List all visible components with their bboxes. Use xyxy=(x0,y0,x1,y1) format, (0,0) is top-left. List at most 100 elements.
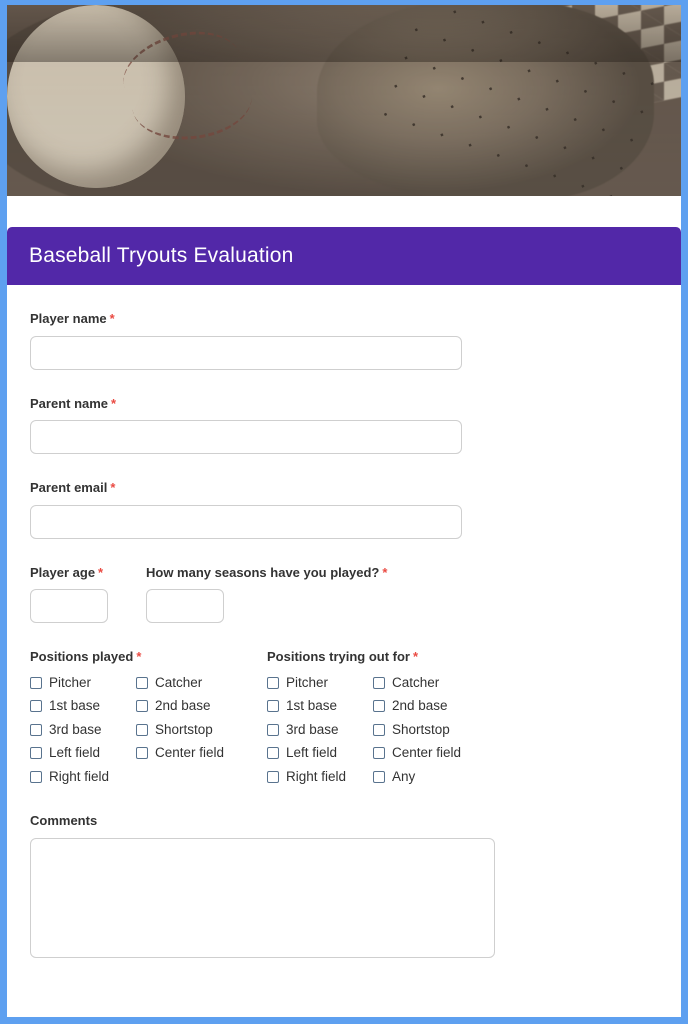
checkbox-icon[interactable] xyxy=(373,723,385,736)
parent-name-input[interactable] xyxy=(30,420,462,455)
checkbox-icon[interactable] xyxy=(136,747,148,760)
seasons-played-input[interactable] xyxy=(146,589,224,624)
label-seasons-played: How many seasons have you played? * xyxy=(146,565,446,581)
checkbox-icon[interactable] xyxy=(373,700,385,713)
positions-trying-out-option[interactable]: Right field xyxy=(267,770,373,784)
checkbox-label: Center field xyxy=(392,745,462,761)
positions-played-option[interactable]: Catcher xyxy=(136,676,267,690)
checkbox-icon[interactable] xyxy=(136,676,148,689)
positions-trying-out-option[interactable]: Shortstop xyxy=(373,723,527,737)
label-positions-trying-out-for: Positions trying out for * xyxy=(267,649,527,665)
checkbox-label: Center field xyxy=(155,745,225,761)
checkbox-icon[interactable] xyxy=(136,723,148,736)
checkbox-icon[interactable] xyxy=(373,770,385,783)
checkbox-label: 2nd base xyxy=(155,698,211,714)
checkbox-icon[interactable] xyxy=(373,676,385,689)
required-asterisk: * xyxy=(110,480,116,496)
checkbox-label: Shortstop xyxy=(392,721,450,737)
positions-trying-out-option[interactable]: Left field xyxy=(267,746,373,760)
field-parent-name: Parent name * xyxy=(30,396,681,455)
checkbox-icon[interactable] xyxy=(267,676,279,689)
checkbox-label: Catcher xyxy=(392,674,440,690)
checkbox-icon[interactable] xyxy=(30,747,42,760)
required-asterisk: * xyxy=(109,311,115,326)
checkbox-label: Pitcher xyxy=(49,674,92,690)
checkbox-icon[interactable] xyxy=(267,700,279,713)
form-body: Player name * Parent name * Parent email * xyxy=(7,285,681,959)
checkbox-label: 3rd base xyxy=(286,721,339,737)
label-text: How many seasons have you played? xyxy=(146,564,380,580)
label-comments: Comments xyxy=(30,813,681,829)
checkbox-label: Catcher xyxy=(155,674,203,690)
group-positions-played: Positions played * Pitcher Catcher 1st base… xyxy=(30,649,267,783)
field-parent-email: Parent email * xyxy=(30,480,681,539)
positions-trying-out-option[interactable]: Center field xyxy=(373,746,527,760)
positions-played-option[interactable]: Left field xyxy=(30,746,136,760)
checkbox-label: 1st base xyxy=(286,698,338,714)
checkbox-icon[interactable] xyxy=(267,747,279,760)
checkbox-label: Any xyxy=(392,768,416,784)
positions-played-option[interactable]: Right field xyxy=(30,770,136,784)
positions-trying-out-option[interactable]: 2nd base xyxy=(373,699,527,713)
label-player-name: Player name * xyxy=(30,311,681,327)
label-text: Parent name xyxy=(30,395,109,411)
checkbox-icon[interactable] xyxy=(30,676,42,689)
label-text: Player name xyxy=(30,311,107,326)
positions-played-options: Pitcher Catcher 1st base 2nd base 3rd base Sh… xyxy=(30,676,267,784)
checkbox-icon[interactable] xyxy=(30,770,42,783)
player-age-input[interactable] xyxy=(30,589,108,624)
group-positions-trying-out-for: Positions trying out for * Pitcher Catcher… xyxy=(267,649,527,783)
positions-played-option[interactable]: 1st base xyxy=(30,699,136,713)
parent-email-input[interactable] xyxy=(30,504,462,539)
positions-played-option[interactable]: Center field xyxy=(136,746,267,760)
label-positions-played: Positions played * xyxy=(30,649,267,665)
checkbox-icon[interactable] xyxy=(30,700,42,713)
positions-played-option[interactable]: Shortstop xyxy=(136,723,267,737)
positions-played-option[interactable]: 3rd base xyxy=(30,723,136,737)
checkbox-label: Shortstop xyxy=(155,721,213,737)
checkbox-icon[interactable] xyxy=(267,723,279,736)
form-page: Baseball Tryouts Evaluation Player name *… xyxy=(7,5,681,1017)
field-player-age: Player age * xyxy=(30,565,146,624)
required-asterisk: * xyxy=(413,649,419,665)
checkbox-label: 1st base xyxy=(49,698,101,714)
positions-trying-out-option[interactable]: Catcher xyxy=(373,676,527,690)
player-name-input[interactable] xyxy=(30,335,462,370)
form-title-bar: Baseball Tryouts Evaluation xyxy=(7,227,681,285)
label-parent-name: Parent name * xyxy=(30,396,681,412)
positions-played-option[interactable]: 2nd base xyxy=(136,699,267,713)
checkbox-label: Pitcher xyxy=(286,674,329,690)
positions-played-option[interactable]: Pitcher xyxy=(30,676,136,690)
comments-textarea[interactable] xyxy=(30,838,495,959)
field-seasons-played: How many seasons have you played? * xyxy=(146,565,446,624)
checkbox-label: Left field xyxy=(49,745,101,761)
positions-trying-out-options: Pitcher Catcher 1st base 2nd base 3rd base Sh… xyxy=(267,676,527,784)
label-text: Parent email xyxy=(30,480,108,496)
checkbox-icon[interactable] xyxy=(267,770,279,783)
positions-trying-out-option[interactable]: Pitcher xyxy=(267,676,373,690)
positions-trying-out-option[interactable]: 3rd base xyxy=(267,723,373,737)
checkbox-icon[interactable] xyxy=(30,723,42,736)
required-asterisk: * xyxy=(111,395,117,411)
required-asterisk: * xyxy=(382,564,388,580)
required-asterisk: * xyxy=(136,649,142,665)
checkbox-label: Right field xyxy=(286,768,347,784)
banner-image xyxy=(7,5,681,196)
positions-trying-out-option[interactable]: 1st base xyxy=(267,699,373,713)
age-seasons-row: Player age * How many seasons have you pl… xyxy=(30,565,681,624)
label-player-age: Player age * xyxy=(30,565,146,581)
positions-trying-out-option[interactable]: Any xyxy=(373,770,527,784)
label-text: Player age xyxy=(30,564,96,580)
checkbox-icon[interactable] xyxy=(373,747,385,760)
positions-section: Positions played * Pitcher Catcher 1st base… xyxy=(30,649,681,783)
label-text: Positions played xyxy=(30,649,134,665)
checkbox-label: Right field xyxy=(49,768,110,784)
checkbox-icon[interactable] xyxy=(136,700,148,713)
required-asterisk: * xyxy=(98,564,104,580)
